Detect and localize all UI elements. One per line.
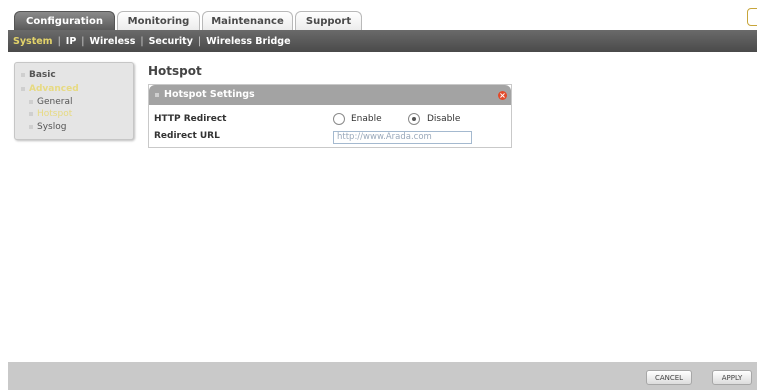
sidebar-item-general[interactable]: General [29, 97, 72, 107]
tab-maintenance[interactable]: Maintenance [202, 11, 293, 30]
sidebar-item-label: Hotspot [37, 109, 73, 119]
sidebar-item-basic[interactable]: Basic [21, 70, 56, 80]
cancel-button[interactable]: CANCEL [646, 370, 692, 385]
apply-button[interactable]: APPLY [712, 370, 752, 385]
redirect-url-input[interactable]: http://www.Arada.com [333, 131, 472, 144]
bullet-icon [29, 111, 33, 116]
tab-support[interactable]: Support [295, 11, 362, 30]
bullet-icon [29, 99, 33, 104]
app-window: Configuration Monitoring Maintenance Sup… [0, 0, 757, 390]
main-tabbar: Configuration Monitoring Maintenance Sup… [0, 0, 757, 30]
bullet-icon [21, 86, 25, 91]
subnav-wireless-bridge[interactable]: Wireless Bridge [201, 36, 295, 47]
footer-bar [8, 362, 757, 390]
bullet-icon [21, 72, 25, 77]
page-title: Hotspot [148, 64, 202, 78]
sidebar-item-label: Advanced [29, 84, 79, 94]
sidebar-item-label: Syslog [37, 122, 67, 132]
subnav-wireless[interactable]: Wireless [84, 36, 140, 47]
panel-title: Hotspot Settings [164, 89, 255, 100]
logout-button[interactable] [747, 8, 757, 26]
http-redirect-enable-radio[interactable] [333, 113, 345, 125]
sidebar-item-syslog[interactable]: Syslog [29, 122, 66, 132]
sidebar-item-label: General [37, 97, 73, 107]
tab-monitoring[interactable]: Monitoring [117, 11, 200, 30]
redirect-url-label: Redirect URL [154, 131, 220, 141]
bullet-icon [155, 93, 159, 97]
bullet-icon [29, 124, 33, 129]
sidebar-item-hotspot[interactable]: Hotspot [29, 109, 72, 119]
close-icon[interactable]: × [498, 91, 507, 100]
http-redirect-label: HTTP Redirect [154, 114, 227, 124]
subnav-system[interactable]: System [8, 36, 58, 47]
disable-label: Disable [427, 114, 461, 124]
sidebar-item-label: Basic [29, 70, 56, 80]
hotspot-settings-panel: Hotspot Settings × HTTP Redirect Enable … [148, 84, 512, 148]
subnav-ip[interactable]: IP [61, 36, 82, 47]
sub-navigation: System | IP | Wireless | Security | Wire… [8, 30, 757, 52]
tab-configuration[interactable]: Configuration [14, 11, 115, 30]
http-redirect-disable-radio[interactable] [408, 113, 420, 125]
enable-label: Enable [351, 114, 382, 124]
panel-header: Hotspot Settings × [149, 85, 511, 105]
subnav-security[interactable]: Security [144, 36, 198, 47]
sidebar: Basic Advanced General Hotspot Syslog [14, 62, 134, 140]
sidebar-item-advanced[interactable]: Advanced [21, 84, 79, 94]
